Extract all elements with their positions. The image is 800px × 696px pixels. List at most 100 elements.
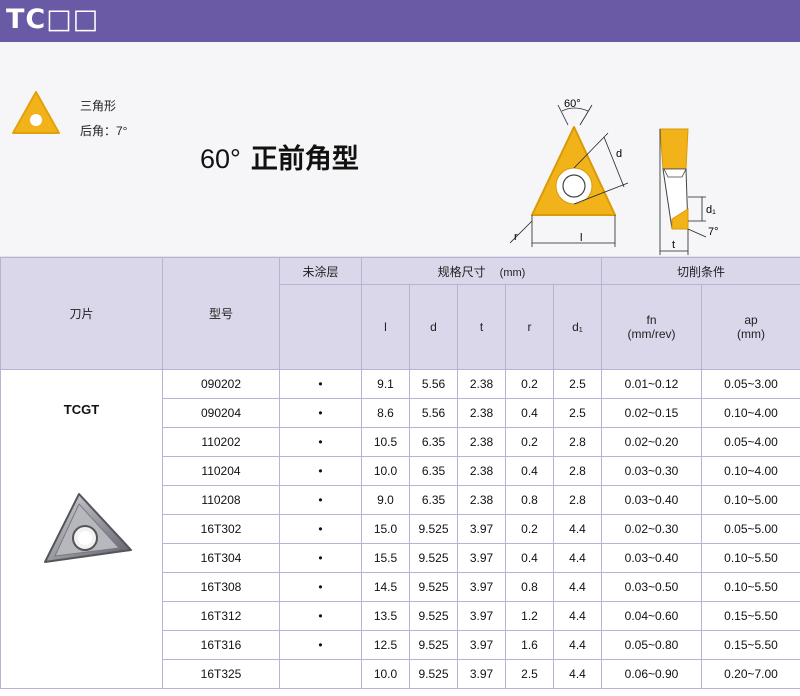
cell-l: 9.0	[361, 485, 410, 515]
cell-d1: 2.8	[553, 427, 602, 457]
cell-l: 10.0	[361, 659, 410, 689]
cell-d: 9.525	[409, 514, 458, 544]
cell-t: 3.97	[457, 630, 506, 660]
cell-l: 10.0	[361, 456, 410, 486]
cell-d1: 2.8	[553, 485, 602, 515]
t-header: t	[457, 284, 506, 370]
cell-d: 6.35	[409, 427, 458, 457]
insert-photo-icon	[44, 493, 132, 563]
shape-label: 三角形	[80, 99, 117, 113]
cell-ap: 0.05~4.00	[700, 427, 800, 457]
t-label: t	[672, 239, 675, 251]
blade-name: TCGT	[63, 402, 100, 417]
cell-model: 090202	[162, 369, 280, 399]
cell-d1: 4.4	[553, 543, 602, 573]
cell-r: 2.5	[505, 659, 554, 689]
cutting-header: 切削条件	[600, 257, 800, 285]
cell-t: 2.38	[457, 456, 506, 486]
cell-d: 9.525	[409, 630, 458, 660]
cell-d1: 4.4	[553, 572, 602, 602]
cell-fn: 0.02~0.20	[601, 427, 702, 457]
clearance-label: 后角：7°	[80, 124, 128, 138]
cell-fn: 0.04~0.60	[601, 601, 702, 631]
cell-l: 13.5	[361, 601, 410, 631]
cell-fn: 0.03~0.50	[601, 572, 702, 602]
cell-d: 9.525	[409, 543, 458, 573]
cell-r: 1.6	[505, 630, 554, 660]
cell-mark: •	[279, 543, 362, 573]
cell-t: 2.38	[457, 485, 506, 515]
cell-mark: •	[279, 456, 362, 486]
cell-l: 15.5	[361, 543, 410, 573]
series-title: TC□□	[6, 4, 100, 35]
cell-d: 6.35	[409, 485, 458, 515]
cell-ap: 0.10~5.00	[700, 485, 800, 515]
cell-ap: 0.05~5.00	[700, 514, 800, 544]
uncoated-subheader	[279, 284, 362, 370]
cell-l: 8.6	[361, 398, 410, 428]
l-header: l	[361, 284, 410, 370]
cell-ap: 0.10~5.50	[700, 543, 800, 573]
cell-model: 110202	[162, 427, 280, 457]
triangle-insert-icon	[12, 91, 60, 134]
insert-type-title: 60° 正前角型	[200, 137, 359, 176]
cell-d1: 4.4	[553, 659, 602, 689]
cell-ap: 0.10~5.50	[700, 572, 800, 602]
cell-d: 6.35	[409, 456, 458, 486]
cell-r: 0.4	[505, 456, 554, 486]
cell-t: 3.97	[457, 601, 506, 631]
cell-t: 3.97	[457, 514, 506, 544]
blade-cell: TCGT	[0, 369, 163, 689]
blade-header: 刀片	[0, 257, 163, 370]
table-row: TCGT 090202 • 9.1 5.56 2.38 0.2 2.5 0.01~0.12 0.0…	[0, 369, 800, 689]
cell-d: 9.525	[409, 572, 458, 602]
cell-model: 16T316	[162, 630, 280, 660]
cell-ap: 0.20~7.00	[700, 659, 800, 689]
cell-model: 110208	[162, 485, 280, 515]
cell-d1: 4.4	[553, 601, 602, 631]
cell-mark: •	[279, 369, 362, 399]
d-label: d	[616, 148, 622, 160]
cell-mark: •	[279, 630, 362, 660]
angle-label: 60°	[564, 98, 581, 110]
cell-d1: 2.8	[553, 456, 602, 486]
cell-fn: 0.05~0.80	[601, 630, 702, 660]
cell-ap: 0.15~5.50	[700, 601, 800, 631]
cell-d: 5.56	[409, 369, 458, 399]
cell-model: 16T325	[162, 659, 280, 689]
cell-mark: •	[279, 485, 362, 515]
dims-header: 规格尺寸 (mm)	[361, 257, 602, 285]
cell-fn: 0.03~0.40	[601, 485, 702, 515]
cell-ap: 0.10~4.00	[700, 456, 800, 486]
cell-d: 5.56	[409, 398, 458, 428]
cell-model: 16T304	[162, 543, 280, 573]
cell-r: 0.4	[505, 543, 554, 573]
ap-header: ap (mm)	[700, 284, 800, 370]
clearance-angle-label: 7°	[708, 226, 719, 238]
d1-label: d₁	[706, 204, 716, 216]
cell-model: 16T302	[162, 514, 280, 544]
cell-l: 12.5	[361, 630, 410, 660]
cell-mark: •	[279, 572, 362, 602]
cell-mark: •	[279, 514, 362, 544]
cell-fn: 0.01~0.12	[601, 369, 702, 399]
uncoated-header: 未涂层	[279, 257, 362, 285]
d1-header: d₁	[553, 284, 602, 370]
spec-table: 刀片 型号 未涂层 规格尺寸 (mm) 切削条件 l d t r d₁ fn (mm…	[0, 257, 800, 689]
cell-mark: •	[279, 427, 362, 457]
cell-t: 2.38	[457, 369, 506, 399]
cell-t: 3.97	[457, 543, 506, 573]
cell-r: 0.4	[505, 398, 554, 428]
cell-l: 14.5	[361, 572, 410, 602]
r-label: r	[514, 231, 518, 243]
r-header: r	[505, 284, 554, 370]
l-label: l	[580, 232, 582, 244]
cell-fn: 0.03~0.30	[601, 456, 702, 486]
ap-unit: (mm)	[737, 327, 765, 341]
cell-ap: 0.15~5.50	[700, 630, 800, 660]
cell-d1: 4.4	[553, 514, 602, 544]
cell-t: 2.38	[457, 427, 506, 457]
cell-d: 9.525	[409, 659, 458, 689]
cell-mark: •	[279, 601, 362, 631]
hero-section: 三角形 后角：7° 60° 正前角型 60° d l r t d₁ 7°	[0, 42, 800, 257]
